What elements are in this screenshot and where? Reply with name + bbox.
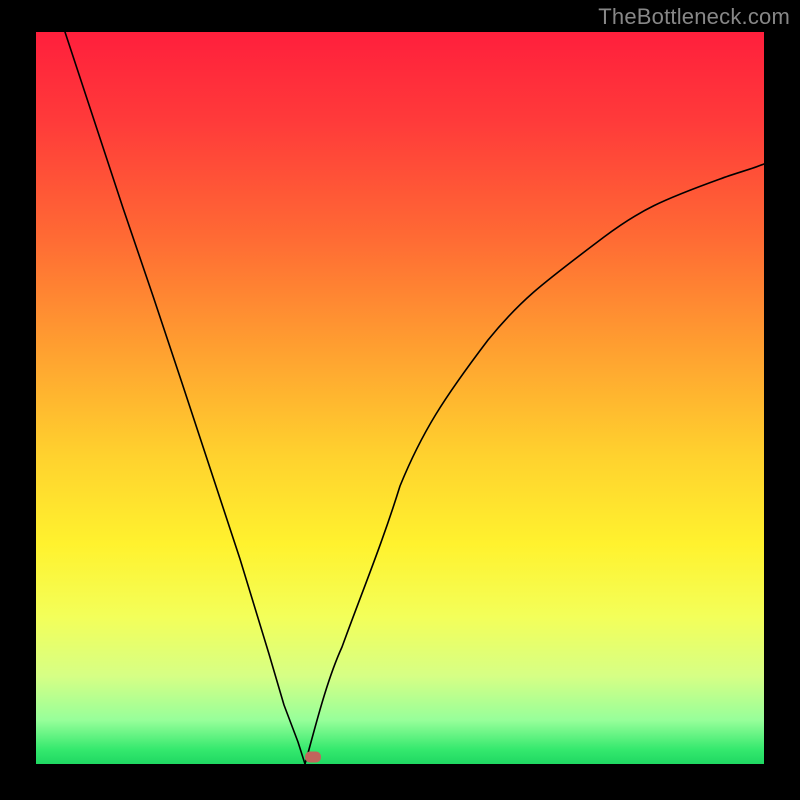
bottleneck-curve	[36, 32, 764, 764]
watermark-text: TheBottleneck.com	[598, 4, 790, 30]
curve-right-branch	[305, 164, 764, 764]
curve-left-branch	[65, 32, 305, 764]
trough-marker	[305, 752, 321, 763]
chart-plot-area	[36, 32, 764, 764]
